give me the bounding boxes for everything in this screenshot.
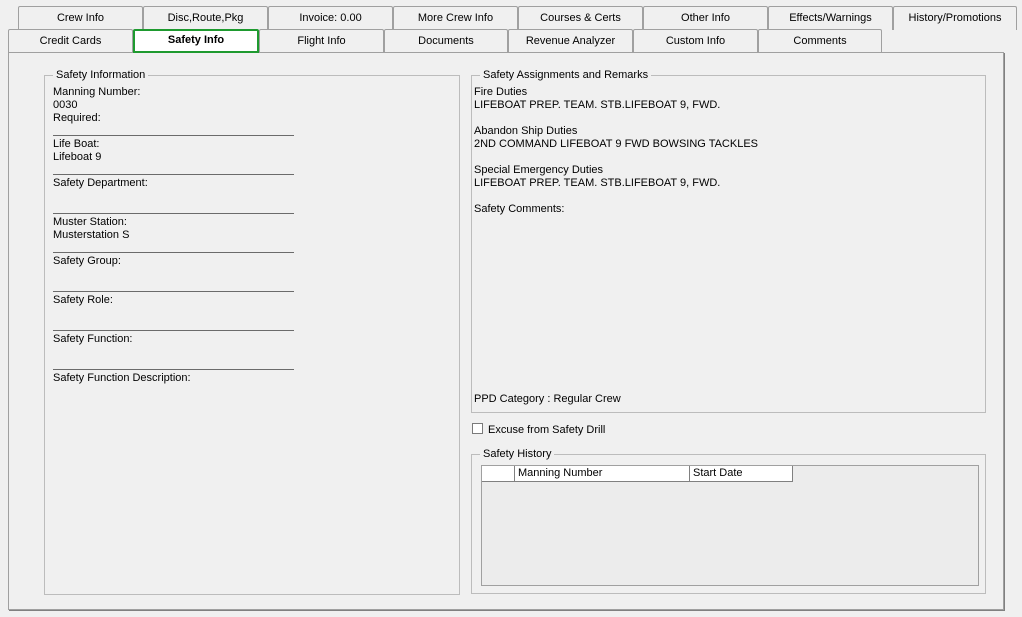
tab-effects-warnings[interactable]: Effects/Warnings: [768, 6, 893, 30]
safety-comments-label: Safety Comments:: [474, 203, 565, 215]
tab-disc-route-pkg[interactable]: Disc,Route,Pkg: [143, 6, 268, 30]
tab-revenue-analyzer[interactable]: Revenue Analyzer: [508, 29, 633, 53]
life-boat-label: Life Boat:: [53, 138, 100, 150]
safety-role-label: Safety Role:: [53, 294, 113, 306]
tab-custom-info[interactable]: Custom Info: [633, 29, 758, 53]
tab-more-crew-info[interactable]: More Crew Info: [393, 6, 518, 30]
safety-history-grid[interactable]: Manning Number Start Date: [481, 465, 979, 586]
excuse-safety-drill-label[interactable]: Excuse from Safety Drill: [488, 424, 605, 437]
abandon-ship-duties-label: Abandon Ship Duties: [474, 125, 578, 137]
tab-crew-info[interactable]: Crew Info: [18, 6, 143, 30]
abandon-ship-duties-value: 2ND COMMAND LIFEBOAT 9 FWD BOWSING TACKL…: [474, 138, 759, 150]
tab-invoice[interactable]: Invoice: 0.00: [268, 6, 393, 30]
tab-documents[interactable]: Documents: [384, 29, 508, 53]
divider: [53, 369, 294, 370]
fire-duties-label: Fire Duties: [474, 86, 528, 98]
column-header-start-date[interactable]: Start Date: [690, 466, 793, 482]
tab-courses-certs[interactable]: Courses & Certs: [518, 6, 643, 30]
fire-duties-value: LIFEBOAT PREP. TEAM. STB.LIFEBOAT 9, FWD…: [474, 99, 721, 111]
safety-function-label: Safety Function:: [53, 333, 133, 345]
tab-comments[interactable]: Comments: [758, 29, 882, 53]
tab-safety-info[interactable]: Safety Info: [133, 29, 259, 53]
tab-flight-info[interactable]: Flight Info: [259, 29, 384, 53]
safety-history-legend: Safety History: [480, 447, 555, 461]
divider: [53, 291, 294, 292]
life-boat-value: Lifeboat 9: [53, 151, 102, 163]
divider: [53, 252, 294, 253]
ppd-category-text: PPD Category : Regular Crew: [474, 393, 621, 405]
divider: [53, 174, 294, 175]
tab-content-panel: Safety Information Manning Number: 0030 …: [8, 52, 1004, 610]
column-header-manning-number[interactable]: Manning Number: [515, 466, 690, 482]
excuse-safety-drill-checkbox[interactable]: [472, 423, 483, 434]
divider: [53, 135, 294, 136]
safety-department-label: Safety Department:: [53, 177, 148, 189]
tab-credit-cards[interactable]: Credit Cards: [8, 29, 133, 53]
safety-function-description-label: Safety Function Description:: [53, 372, 191, 384]
special-emergency-duties-label: Special Emergency Duties: [474, 164, 604, 176]
required-label: Required:: [53, 112, 101, 124]
safety-assignments-legend: Safety Assignments and Remarks: [480, 68, 652, 82]
safety-group-label: Safety Group:: [53, 255, 121, 267]
manning-number-value: 0030: [53, 99, 78, 111]
grid-row-header-corner: [482, 466, 515, 482]
muster-station-value: Musterstation S: [53, 229, 130, 241]
tab-other-info[interactable]: Other Info: [643, 6, 768, 30]
divider: [53, 330, 294, 331]
manning-number-label: Manning Number:: [53, 86, 141, 98]
divider: [53, 213, 294, 214]
muster-station-label: Muster Station:: [53, 216, 127, 228]
special-emergency-duties-value: LIFEBOAT PREP. TEAM. STB.LIFEBOAT 9, FWD…: [474, 177, 721, 189]
tab-history-promotions[interactable]: History/Promotions: [893, 6, 1017, 30]
safety-information-legend: Safety Information: [53, 68, 149, 82]
